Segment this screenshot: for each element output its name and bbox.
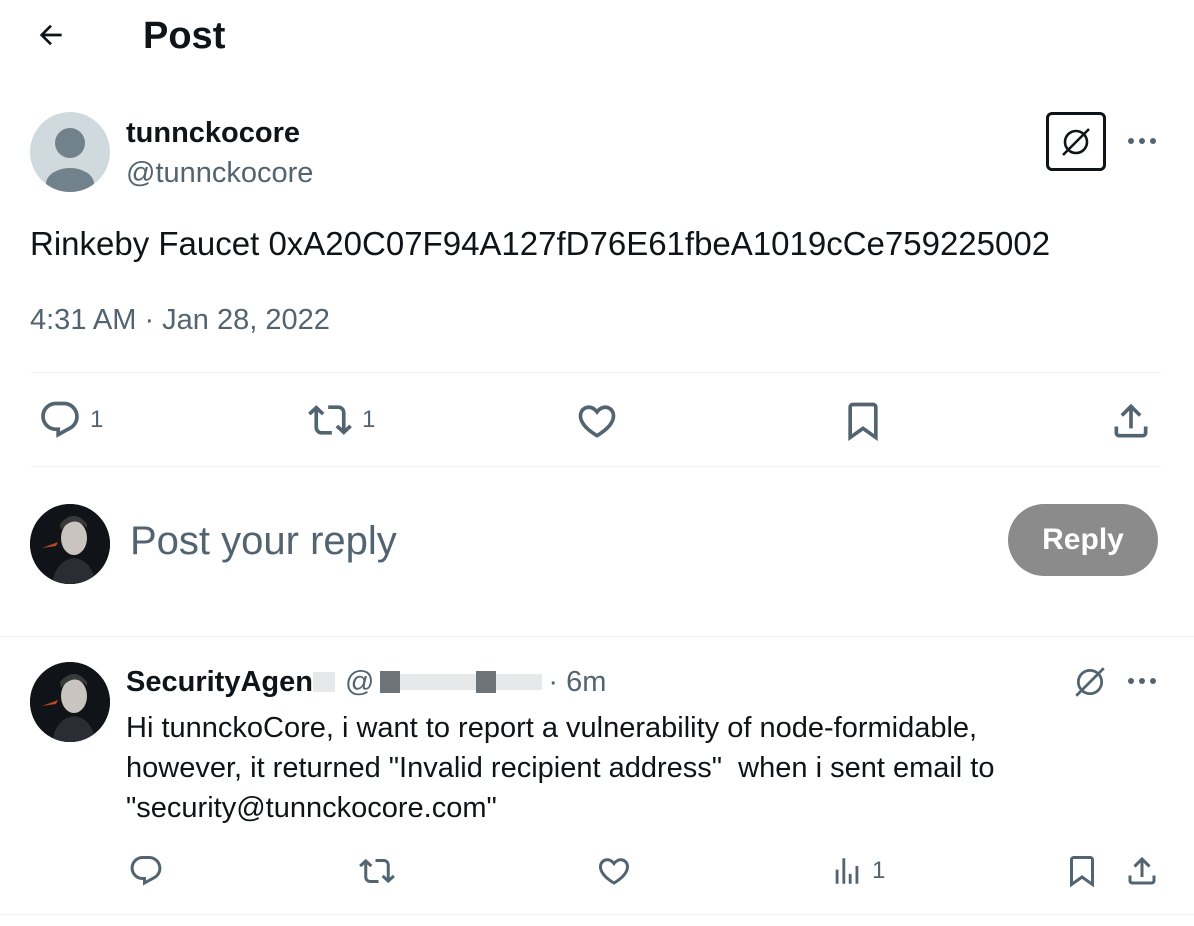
- more-horizontal-icon: [1128, 138, 1156, 144]
- reply-count: 1: [90, 406, 104, 433]
- reply-grok-button[interactable]: [1070, 662, 1110, 702]
- user-photo-icon: [30, 662, 110, 742]
- reply-views-action[interactable]: 1: [830, 852, 885, 890]
- analytics-icon: [835, 858, 859, 884]
- reply-text-line: however, it returned "Invalid recipient …: [126, 752, 995, 784]
- reply-text: Hi tunnckoCore, i want to report a vulne…: [126, 708, 995, 828]
- bookmark-button[interactable]: [840, 398, 886, 444]
- more-options-button[interactable]: [1122, 126, 1162, 156]
- reply-share-button[interactable]: [1122, 852, 1162, 890]
- grok-icon: [1075, 667, 1105, 697]
- reply-input[interactable]: Post your reply: [130, 516, 397, 566]
- page-title: Post: [143, 15, 226, 57]
- user-photo-icon: [30, 504, 110, 584]
- reply-views-count: 1: [872, 857, 886, 884]
- comment-icon: [130, 856, 162, 886]
- author-handle[interactable]: @tunnckocore: [126, 156, 313, 190]
- reply-repost-button[interactable]: [356, 852, 398, 890]
- redacted-block: [400, 674, 477, 690]
- post-text: Rinkeby Faucet 0xA20C07F94A127fD76E61fbe…: [30, 225, 1051, 262]
- more-horizontal-icon: [1128, 678, 1156, 684]
- redacted-block: [380, 671, 401, 693]
- heart-icon: [598, 858, 630, 885]
- grok-icon: [1062, 127, 1090, 156]
- reply-action[interactable]: 1: [38, 398, 103, 442]
- reply-header: SecurityAgen @ · 6m: [126, 664, 606, 700]
- reply-more-options-button[interactable]: [1122, 666, 1162, 696]
- reply-comment-button[interactable]: [126, 852, 166, 890]
- reply-button[interactable]: Reply: [1008, 504, 1158, 576]
- repost-action[interactable]: 1: [306, 398, 375, 442]
- reply-like-button[interactable]: [594, 852, 634, 890]
- repost-icon: [359, 858, 395, 884]
- heart-icon: [578, 405, 616, 438]
- bookmark-icon: [1070, 856, 1094, 888]
- like-button[interactable]: [574, 398, 620, 444]
- reply-text-line: "security@tunnckocore.com": [126, 792, 497, 824]
- redacted-block: [496, 674, 543, 690]
- reply-author-handle[interactable]: @: [345, 666, 374, 699]
- repost-count: 1: [362, 406, 376, 433]
- divider: [30, 466, 1162, 467]
- redacted-block: [312, 672, 335, 692]
- divider: [0, 636, 1194, 637]
- back-arrow-icon: [39, 24, 62, 46]
- share-icon: [1114, 403, 1148, 438]
- current-user-avatar[interactable]: [30, 504, 110, 584]
- comment-icon: [41, 401, 79, 438]
- redacted-block: [476, 671, 497, 693]
- post-timestamp[interactable]: 4:31 AM · Jan 28, 2022: [30, 302, 330, 338]
- author-avatar[interactable]: [30, 112, 110, 192]
- grok-button[interactable]: [1046, 112, 1106, 171]
- reply-bookmark-button[interactable]: [1062, 852, 1102, 890]
- share-icon: [1128, 856, 1156, 885]
- divider: [30, 372, 1162, 373]
- author-name[interactable]: tunnckocore: [126, 116, 300, 150]
- share-button[interactable]: [1108, 398, 1154, 444]
- default-avatar-icon: [46, 128, 94, 192]
- repost-icon: [308, 405, 352, 435]
- reply-author-avatar[interactable]: [30, 662, 110, 742]
- back-button[interactable]: [30, 14, 72, 56]
- reply-time[interactable]: · 6m: [548, 666, 606, 699]
- divider: [0, 914, 1194, 915]
- reply-author-name[interactable]: SecurityAgen: [126, 666, 313, 699]
- reply-text-line: Hi tunnckoCore, i want to report a vulne…: [126, 712, 978, 744]
- bookmark-icon: [848, 402, 878, 442]
